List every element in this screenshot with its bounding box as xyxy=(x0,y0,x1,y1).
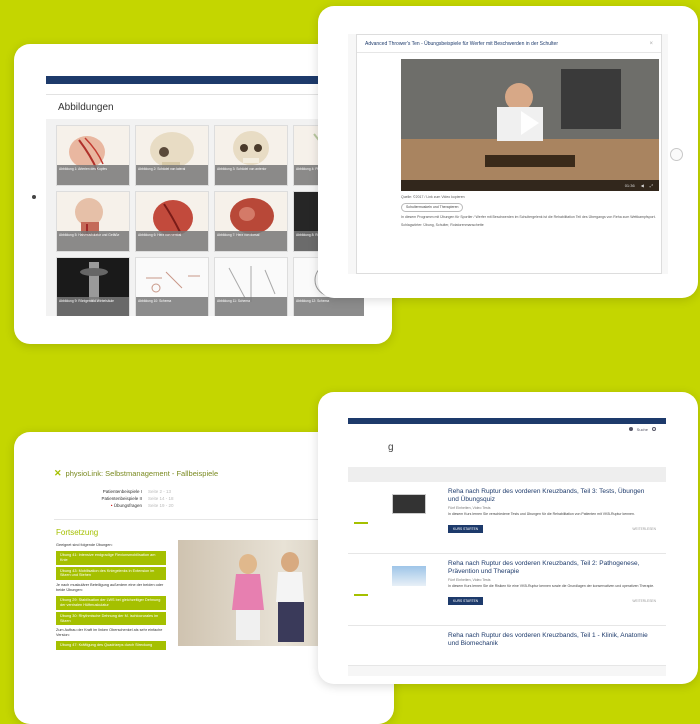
exercise-link[interactable]: Übung 29: Stabilisation der LWS bei glei… xyxy=(56,596,166,610)
exercise-link[interactable]: Übung 41: Intensive endgradige Flexionsm… xyxy=(56,551,166,565)
volume-icon[interactable]: ◀ xyxy=(641,183,644,188)
note-text: Zum Aufbau der Kraft im linken Oberschen… xyxy=(56,628,163,638)
course-thumbnail xyxy=(392,494,426,514)
course-desc: In diesem Kurs lernen Sie die Risiken fü… xyxy=(448,584,655,588)
divider xyxy=(54,519,356,520)
note-text: Je nach muskulärer Beteiligung außerdem … xyxy=(56,583,164,593)
video-player[interactable]: 01:36 ◀ ⤢ xyxy=(401,59,659,191)
course-sub: Fünf Einheiten, Video Tests xyxy=(448,578,491,582)
toc-entry-active[interactable]: • Übungsfragen Seite 19 - 20 xyxy=(86,502,324,509)
gallery-thumb[interactable]: Abbildung 9: Röntgenbild Wirbelsäule xyxy=(56,257,130,316)
exercise-link[interactable]: Übung 30: Rhythmische Dehnung der M. isc… xyxy=(56,611,166,626)
user-toolbar: Suche xyxy=(348,424,666,434)
course-item[interactable]: Reha nach Ruptur des vorderen Kreuzbands… xyxy=(348,626,666,666)
thumb-caption: Abbildung 5: Halsmuskulatur und Gefäße xyxy=(57,231,129,251)
gallery-thumb[interactable]: Abbildung 3: Schädel von anterior xyxy=(214,125,288,186)
image-gallery: Abbildung 1: Arterien des Kopfes Abbildu… xyxy=(46,119,364,316)
thumb-caption: Abbildung 1: Arterien des Kopfes xyxy=(57,165,129,185)
modal-header: Advanced Thrower's Ten - Übungsbeispiele… xyxy=(357,35,661,53)
exercise-link[interactable]: Übung 43: Mobilisation des Kniegelenks i… xyxy=(56,566,166,581)
fullscreen-icon[interactable]: ⤢ xyxy=(650,183,653,188)
section-heading: Fortsetzung xyxy=(56,528,99,537)
user-toolbar: Suche xyxy=(46,84,364,95)
toc-entry[interactable]: Patientenbeispiele I Seite 2 - 13 xyxy=(86,488,324,495)
brand: ✕ physioLink: Selbstmanagement - Fallbei… xyxy=(54,468,218,479)
progress-marker xyxy=(354,522,368,524)
top-bar xyxy=(46,76,364,84)
physiolink-screen: ✕ physioLink: Selbstmanagement - Fallbei… xyxy=(46,460,364,724)
course-title[interactable]: Reha nach Ruptur des vorderen Kreuzbands… xyxy=(448,560,656,576)
content: Fortsetzung Geeignet sind folgende Übung… xyxy=(46,528,364,652)
course-title[interactable]: Reha nach Ruptur des vorderen Kreuzbands… xyxy=(448,632,656,648)
close-icon[interactable]: ✕ xyxy=(54,468,62,479)
start-course-button[interactable]: KURS STARTEN xyxy=(448,596,484,605)
read-more-link[interactable]: WEITERLESEN xyxy=(632,527,656,531)
video-screen: Advanced Thrower's Ten - Übungsbeispiele… xyxy=(348,34,668,274)
tablet-courses: Suche g Reha nach Ruptur des vorderen Kr… xyxy=(318,392,698,684)
close-icon[interactable]: × xyxy=(649,41,653,47)
content-text: Fortsetzung Geeignet sind folgende Übung… xyxy=(56,528,166,652)
gallery-header: Abbildungen Sortierung nach Titel Zeit xyxy=(46,95,364,119)
play-icon[interactable] xyxy=(521,111,539,135)
start-course-button[interactable]: KURS STARTEN xyxy=(448,524,484,533)
toc-entry[interactable]: Patientenbeispiele II Seite 14 - 18 xyxy=(86,495,324,502)
course-thumbnail xyxy=(392,566,426,586)
thumb-caption: Abbildung 7: Herz von dorsal xyxy=(215,231,287,251)
divider xyxy=(348,468,666,482)
search-label[interactable]: Suche xyxy=(637,427,648,432)
video-time: 01:36 xyxy=(624,183,635,188)
progress-marker xyxy=(354,594,368,596)
thumb-caption: Abbildung 6: Herz von ventral xyxy=(136,231,208,251)
intro-text: Geeignet sind folgende Übungen: xyxy=(56,543,113,547)
search-icon[interactable] xyxy=(652,427,656,431)
page-title-fragment: g xyxy=(348,434,666,468)
user-icon[interactable] xyxy=(628,427,633,431)
course-item[interactable]: Reha nach Ruptur des vorderen Kreuzbands… xyxy=(348,554,666,626)
gallery-thumb[interactable]: Abbildung 2: Schädel von lateral xyxy=(135,125,209,186)
active-marker-icon: • xyxy=(110,503,113,508)
video-controls: 01:36 ◀ ⤢ xyxy=(401,180,659,191)
gallery-thumb[interactable]: Abbildung 11: Schema xyxy=(214,257,288,316)
brand-title: physioLink: Selbstmanagement - Fallbeisp… xyxy=(65,468,219,478)
gallery-thumb[interactable]: Abbildung 6: Herz von ventral xyxy=(135,191,209,252)
course-item[interactable]: Reha nach Ruptur des vorderen Kreuzbands… xyxy=(348,482,666,554)
physiolink-header: ✕ physioLink: Selbstmanagement - Fallbei… xyxy=(46,460,364,486)
video-description: In diesem Programm mit Übungen für Sport… xyxy=(401,215,656,219)
exercise-link[interactable]: Übung 47: Kräftigung des Quadrizeps durc… xyxy=(56,641,166,651)
courses-screen: Suche g Reha nach Ruptur des vorderen Kr… xyxy=(348,418,666,676)
home-button[interactable] xyxy=(670,148,683,161)
course-desc: In diesem Kurs lernen Sie verschiedene T… xyxy=(448,512,635,516)
gallery-screen: Suche Abbildungen Sortierung nach Titel … xyxy=(46,76,364,316)
video-modal: Advanced Thrower's Ten - Übungsbeispiele… xyxy=(356,34,662,274)
video-source: Quelle: ©2017 / Link zum Video kopieren xyxy=(401,195,465,199)
thumb-caption: Abbildung 2: Schädel von lateral xyxy=(136,165,208,185)
read-more-link[interactable]: WEITERLESEN xyxy=(632,599,656,603)
video-tag[interactable]: Schultermuskeln und Therapieren xyxy=(401,203,464,212)
thumb-caption: Abbildung 12: Schema xyxy=(294,297,364,316)
thumb-caption: Abbildung 9: Röntgenbild Wirbelsäule xyxy=(57,297,129,316)
course-sub: Fünf Einheiten, Video Tests xyxy=(448,506,491,510)
video-meta: Quelle: ©2017 / Link zum Video kopieren … xyxy=(401,195,659,228)
gallery-thumb[interactable]: Abbildung 7: Herz von dorsal xyxy=(214,191,288,252)
camera-dot xyxy=(32,195,36,199)
tablet-video: Advanced Thrower's Ten - Übungsbeispiele… xyxy=(318,6,698,298)
video-title: Advanced Thrower's Ten - Übungsbeispiele… xyxy=(365,41,558,47)
gallery-thumb[interactable]: Abbildung 5: Halsmuskulatur und Gefäße xyxy=(56,191,130,252)
gallery-thumb[interactable]: Abbildung 1: Arterien des Kopfes xyxy=(56,125,130,186)
thumb-caption: Abbildung 3: Schädel von anterior xyxy=(215,165,287,185)
thumb-caption: Abbildung 10: Schema xyxy=(136,297,208,316)
course-title[interactable]: Reha nach Ruptur des vorderen Kreuzbands… xyxy=(448,488,656,504)
video-keywords: Schlagwörter: Übung, Schulter, Rotatoren… xyxy=(401,223,484,227)
gallery-thumb[interactable]: Abbildung 10: Schema xyxy=(135,257,209,316)
thumb-caption: Abbildung 11: Schema xyxy=(215,297,287,316)
table-of-contents: Patientenbeispiele I Seite 2 - 13 Patient… xyxy=(46,486,364,511)
page-title: Abbildungen xyxy=(58,101,114,113)
